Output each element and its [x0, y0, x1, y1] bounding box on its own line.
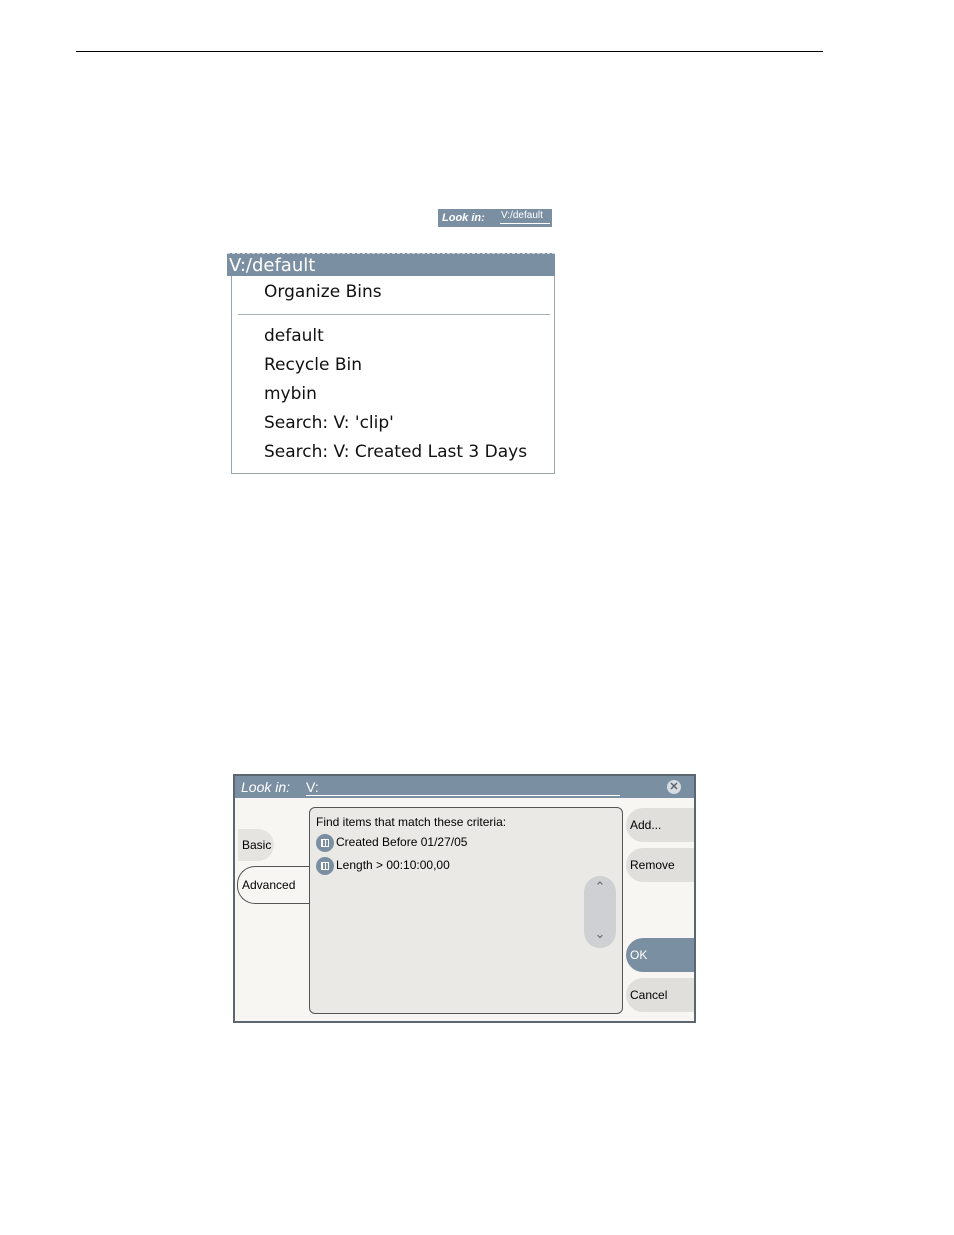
menu-item-bin[interactable]: Recycle Bin [264, 355, 362, 375]
menu-item-search[interactable]: Search: V: 'clip' [264, 413, 394, 433]
look-in-value[interactable]: V:/default [501, 210, 543, 221]
menu-item-bin[interactable]: mybin [264, 384, 317, 404]
bin-dropdown-header[interactable]: V:/default [227, 253, 555, 276]
criteria-text: Created Before 01/27/05 [336, 835, 468, 850]
tab-advanced-label: Advanced [242, 878, 296, 892]
calendar-icon [316, 857, 334, 875]
menu-item-search[interactable]: Search: V: Created Last 3 Days [264, 442, 527, 462]
criteria-row[interactable]: Created Before 01/27/05 [316, 834, 467, 852]
scroll-up-icon[interactable]: ⌃ [584, 879, 616, 895]
ok-button[interactable]: OK [626, 938, 694, 972]
remove-button[interactable]: Remove [626, 848, 694, 882]
criteria-heading: Find items that match these criteria: [316, 815, 507, 829]
look-in-label: Look in: [241, 779, 291, 795]
look-in-field-small[interactable]: Look in: V:/default [438, 209, 552, 227]
ok-button-label: OK [630, 948, 648, 962]
header-rule [76, 51, 823, 52]
criteria-scroller[interactable]: ⌃ ⌄ [584, 876, 616, 948]
cancel-button[interactable]: Cancel [626, 978, 694, 1012]
search-dialog: Look in: V: ✕ Basic Advanced Find items … [233, 774, 696, 1023]
menu-item-bin[interactable]: default [264, 326, 324, 346]
criteria-text: Length > 00:10:00,00 [336, 858, 450, 873]
menu-separator [238, 314, 550, 315]
remove-button-label: Remove [630, 858, 675, 872]
cancel-button-label: Cancel [630, 988, 668, 1002]
tab-basic[interactable]: Basic [238, 829, 274, 861]
tab-advanced[interactable]: Advanced [237, 866, 312, 904]
criteria-panel: Find items that match these criteria: Cr… [309, 807, 623, 1014]
criteria-row[interactable]: Length > 00:10:00,00 [316, 857, 450, 875]
tab-basic-label: Basic [242, 838, 272, 852]
add-button-label: Add... [630, 818, 662, 832]
dialog-titlebar: Look in: V: ✕ [235, 776, 694, 798]
scroll-down-icon[interactable]: ⌄ [584, 926, 616, 942]
close-icon[interactable]: ✕ [667, 780, 681, 794]
look-in-underline [500, 223, 550, 224]
look-in-underline [306, 795, 620, 796]
calendar-icon [316, 834, 334, 852]
look-in-value[interactable]: V: [306, 779, 319, 795]
look-in-label: Look in: [442, 212, 485, 224]
menu-item-organize-bins[interactable]: Organize Bins [264, 282, 382, 302]
bin-dropdown-menu: Organize Bins default Recycle Bin mybin … [231, 276, 555, 474]
bin-dropdown-current: V:/default [229, 255, 316, 276]
add-button[interactable]: Add... [626, 808, 694, 842]
